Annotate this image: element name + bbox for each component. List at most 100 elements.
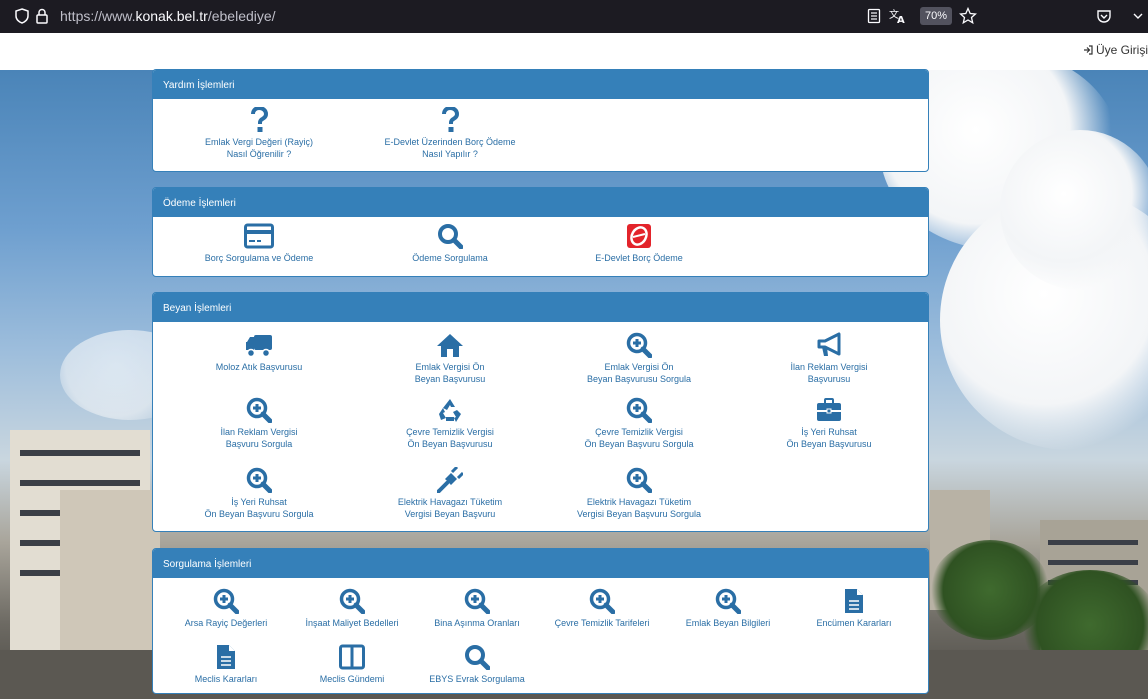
help-item-label-2: Nasıl Öğrenilir ? — [226, 149, 292, 159]
search-icon — [370, 223, 530, 249]
payment-item-label: E-Devlet Borç Ödeme — [595, 253, 683, 263]
payment-item-label: Ödeme Sorgulama — [412, 253, 488, 263]
zoom-in-icon — [417, 588, 537, 614]
help-item-label-1: E-Devlet Üzerinden Borç Ödeme — [384, 137, 516, 147]
member-login-link[interactable]: Üye Girişi — [1083, 43, 1148, 57]
declaration-item-label-2: Ön Beyan Başvurusu — [407, 439, 493, 449]
help-item-label-2: Nasıl Yapılır ? — [422, 149, 478, 159]
lock-icon[interactable] — [32, 6, 52, 26]
query-item-council-agenda[interactable]: Meclis Gündemi — [292, 644, 412, 685]
declaration-item-label-2: Ön Beyan Başvuru Sorgula — [584, 439, 694, 449]
url-prefix: https://www. — [60, 8, 136, 24]
declaration-item-property-tax[interactable]: Emlak Vergisi Ön Beyan Başvurusu — [370, 332, 530, 385]
declaration-item-business-license-query[interactable]: İş Yeri Ruhsat Ön Beyan Başvuru Sorgula — [179, 467, 339, 520]
help-item-property-value[interactable]: Emlak Vergi Değeri (Rayiç) Nasıl Öğrenil… — [179, 107, 339, 160]
declaration-item-ad-tax-query[interactable]: İlan Reklam Vergisi Başvuru Sorgula — [179, 397, 339, 450]
declaration-item-label-1: Emlak Vergisi Ön — [604, 362, 674, 372]
declaration-item-electric-gas-tax-query[interactable]: Elektrik Havagazı Tüketim Vergisi Beyan … — [559, 467, 719, 520]
panel-help: Yardım İşlemleri Emlak Vergi Değeri (Ray… — [152, 69, 929, 172]
zoom-in-icon — [542, 588, 662, 614]
query-item-label: EBYS Evrak Sorgulama — [429, 674, 525, 684]
search-icon — [417, 644, 537, 670]
url-path: /ebelediye/ — [207, 8, 276, 24]
payment-item-payment-query[interactable]: Ödeme Sorgulama — [370, 223, 530, 264]
zoom-in-icon — [559, 332, 719, 358]
question-icon — [365, 107, 535, 133]
declaration-item-label-2: Başvurusu — [807, 374, 851, 384]
translate-icon[interactable]: 文A — [888, 6, 908, 26]
declaration-item-label-1: İş Yeri Ruhsat — [231, 497, 287, 507]
member-login-label: Üye Girişi — [1095, 43, 1148, 57]
columns-icon — [292, 644, 412, 670]
briefcase-icon — [749, 397, 909, 423]
declaration-item-label-1: Elektrik Havagazı Tüketim — [397, 497, 503, 507]
declaration-item-business-license[interactable]: İş Yeri Ruhsat Ön Beyan Başvurusu — [749, 397, 909, 450]
declaration-item-label-2: Beyan Başvurusu Sorgula — [586, 374, 692, 384]
zoom-in-icon — [179, 467, 339, 493]
declaration-item-ad-tax[interactable]: İlan Reklam Vergisi Başvurusu — [749, 332, 909, 385]
panel-payment-title: Ödeme İşlemleri — [153, 188, 928, 217]
declaration-item-environment-tax-query[interactable]: Çevre Temizlik Vergisi Ön Beyan Başvuru … — [559, 397, 719, 450]
query-item-council-decisions[interactable]: Meclis Kararları — [166, 644, 286, 685]
payment-item-edevlet[interactable]: E-Devlet Borç Ödeme — [559, 223, 719, 264]
declaration-item-label-1: Çevre Temizlik Vergisi — [406, 427, 494, 437]
document-icon — [166, 644, 286, 670]
declaration-item-electric-gas-tax[interactable]: Elektrik Havagazı Tüketim Vergisi Beyan … — [370, 467, 530, 520]
zoom-in-icon — [559, 397, 719, 423]
declaration-item-label-1: İş Yeri Ruhsat — [801, 427, 857, 437]
question-icon — [179, 107, 339, 133]
site-header: Üye Girişi — [0, 33, 1148, 70]
query-item-label: İnşaat Maliyet Bedelleri — [305, 618, 399, 628]
declaration-item-label-2: Ön Beyan Başvuru Sorgula — [204, 509, 314, 519]
query-item-label: Bina Aşınma Oranları — [434, 618, 520, 628]
reader-view-icon[interactable] — [864, 6, 884, 26]
zoom-in-icon — [179, 397, 339, 423]
query-item-land-value[interactable]: Arsa Rayiç Değerleri — [166, 588, 286, 629]
query-item-environment-tariffs[interactable]: Çevre Temizlik Tarifeleri — [542, 588, 662, 629]
document-icon — [794, 588, 914, 614]
zoom-in-icon — [166, 588, 286, 614]
sign-in-icon — [1083, 43, 1096, 57]
declaration-item-label-1: Çevre Temizlik Vergisi — [595, 427, 683, 437]
declaration-item-environment-tax[interactable]: Çevre Temizlik Vergisi Ön Beyan Başvurus… — [370, 397, 530, 450]
declaration-item-property-tax-query[interactable]: Emlak Vergisi Ön Beyan Başvurusu Sorgula — [559, 332, 719, 385]
plug-icon — [370, 467, 530, 493]
panel-queries: Sorgulama İşlemleri Arsa Rayiç Değerleri… — [152, 548, 929, 694]
panel-queries-title: Sorgulama İşlemleri — [153, 549, 928, 578]
help-item-label-1: Emlak Vergi Değeri (Rayiç) — [204, 137, 314, 147]
declaration-item-label-1: Elektrik Havagazı Tüketim — [586, 497, 692, 507]
megaphone-icon — [749, 332, 909, 358]
declaration-item-label-2: Vergisi Beyan Başvuru Sorgula — [576, 509, 702, 519]
query-item-committee-decisions[interactable]: Encümen Kararları — [794, 588, 914, 629]
panel-declarations-title: Beyan İşlemleri — [153, 293, 928, 322]
query-item-ebys-document[interactable]: EBYS Evrak Sorgulama — [417, 644, 537, 685]
declaration-item-label-1: İlan Reklam Vergisi — [220, 427, 298, 437]
help-item-edevlet-payment[interactable]: E-Devlet Üzerinden Borç Ödeme Nasıl Yapı… — [365, 107, 535, 160]
shield-icon[interactable] — [12, 6, 32, 26]
query-item-building-depreciation[interactable]: Bina Aşınma Oranları — [417, 588, 537, 629]
payment-item-label: Borç Sorgulama ve Ödeme — [204, 253, 314, 263]
chevron-down-icon[interactable] — [1128, 6, 1148, 26]
url-text[interactable]: https://www.konak.bel.tr/ebelediye/ — [60, 8, 276, 24]
pocket-icon[interactable] — [1094, 6, 1114, 26]
zoom-level-badge[interactable]: 70% — [920, 7, 953, 25]
url-domain: konak.bel.tr — [135, 8, 208, 24]
query-item-label: Emlak Beyan Bilgileri — [685, 618, 771, 628]
edevlet-logo-icon — [559, 223, 719, 249]
query-item-construction-cost[interactable]: İnşaat Maliyet Bedelleri — [292, 588, 412, 629]
declaration-item-label-1: Moloz Atık Başvurusu — [215, 362, 303, 372]
panel-declarations: Beyan İşlemleri Moloz Atık Başvurusu Eml… — [152, 292, 929, 532]
cloud-shape — [1000, 130, 1148, 290]
declaration-item-debris[interactable]: Moloz Atık Başvurusu — [179, 332, 339, 373]
payment-item-debt-query[interactable]: Borç Sorgulama ve Ödeme — [179, 223, 339, 264]
declaration-item-label-2: Beyan Başvurusu — [414, 374, 486, 384]
star-bookmark-icon[interactable] — [958, 6, 978, 26]
zoom-in-icon — [668, 588, 788, 614]
declaration-item-label-2: Başvuru Sorgula — [225, 439, 293, 449]
query-item-property-declaration[interactable]: Emlak Beyan Bilgileri — [668, 588, 788, 629]
panel-help-title: Yardım İşlemleri — [153, 70, 928, 99]
zoom-in-icon — [559, 467, 719, 493]
query-item-label: Meclis Gündemi — [319, 674, 385, 684]
recycle-icon — [370, 397, 530, 423]
declaration-item-label-1: Emlak Vergisi Ön — [415, 362, 485, 372]
